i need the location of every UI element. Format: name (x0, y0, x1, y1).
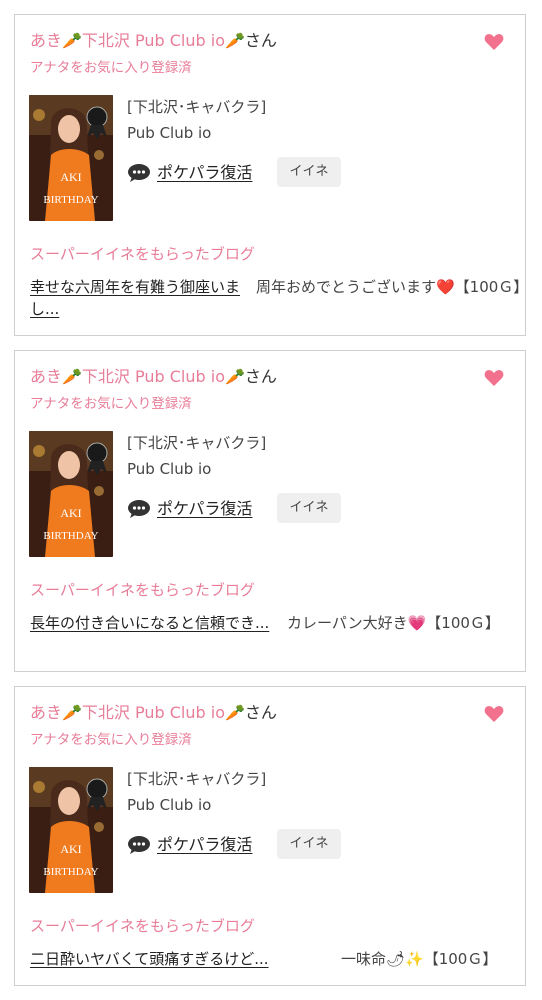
pokepara-revival-link[interactable]: ポケパラ復活 (127, 499, 252, 519)
iine-comment: 一味命🌶✨【100Ｇ】 (341, 950, 498, 968)
pokepara-label[interactable]: ポケパラ復活 (157, 163, 252, 183)
pokepara-revival-link[interactable]: ポケパラ復活 (127, 835, 252, 855)
shop-genre: [下北沢･キャバクラ] (127, 770, 267, 788)
iine-comment: カレーパン大好き💗【100Ｇ】 (287, 614, 500, 632)
favorite-status: アナタをお気に入り登録済 (30, 60, 192, 76)
iine-button[interactable]: イイネ (277, 829, 341, 859)
photo-text-line: BIRTHDAY (43, 866, 98, 878)
heart-icon[interactable] (484, 369, 504, 387)
pokepara-label[interactable]: ポケパラ復活 (157, 835, 252, 855)
timeline-card: あき🥕下北沢 Pub Club io🥕さん アナタをお気に入り登録済 AKI B… (14, 14, 529, 336)
pokepara-label[interactable]: ポケパラ復活 (157, 499, 252, 519)
super-iine-section-title: スーパーイイネをもらったブログ (30, 245, 255, 263)
user-name[interactable]: あき🥕下北沢 Pub Club io🥕 (30, 367, 245, 386)
blog-title-link[interactable]: 長年の付き合いになると信頼でき... (30, 612, 270, 634)
photo-text-line: AKI (60, 842, 81, 856)
user-name[interactable]: あき🥕下北沢 Pub Club io🥕 (30, 703, 245, 722)
timeline-card: あき🥕下北沢 Pub Club io🥕さん アナタをお気に入り登録済 AKI B… (14, 350, 526, 672)
shop-name: Pub Club io (127, 124, 212, 142)
chat-bubble-icon (128, 500, 150, 518)
super-iine-section-title: スーパーイイネをもらったブログ (30, 581, 255, 599)
super-iine-section-title: スーパーイイネをもらったブログ (30, 917, 255, 935)
photo-text-line: AKI (60, 170, 81, 184)
pokepara-revival-link[interactable]: ポケパラ復活 (127, 163, 252, 183)
iine-button[interactable]: イイネ (277, 157, 341, 187)
shop-genre: [下北沢･キャバクラ] (127, 98, 267, 116)
profile-photo[interactable]: AKI BIRTHDAY (29, 95, 113, 221)
chat-bubble-icon (128, 164, 150, 182)
shop-genre: [下北沢･キャバクラ] (127, 434, 267, 452)
favorite-status: アナタをお気に入り登録済 (30, 396, 192, 412)
honorific: さん (244, 31, 277, 50)
photo-text-line: AKI (60, 506, 81, 520)
chat-bubble-icon (128, 836, 150, 854)
iine-comment: 周年おめでとうございます❤️【100Ｇ】 (256, 278, 529, 296)
photo-text-line: BIRTHDAY (43, 194, 98, 206)
shop-name: Pub Club io (127, 460, 212, 478)
blog-title-link[interactable]: 二日酔いヤバくて頭痛すぎるけど... (30, 948, 320, 970)
honorific: さん (244, 367, 277, 386)
profile-photo[interactable]: AKI BIRTHDAY (29, 767, 113, 893)
shop-name: Pub Club io (127, 796, 212, 814)
user-name-line[interactable]: あき🥕下北沢 Pub Club io🥕さん (30, 31, 277, 51)
user-name-line[interactable]: あき🥕下北沢 Pub Club io🥕さん (30, 367, 277, 387)
user-name-line[interactable]: あき🥕下北沢 Pub Club io🥕さん (30, 703, 277, 723)
user-name[interactable]: あき🥕下北沢 Pub Club io🥕 (30, 31, 245, 50)
heart-icon[interactable] (484, 705, 504, 723)
heart-icon[interactable] (484, 33, 504, 51)
photo-text-line: BIRTHDAY (43, 530, 98, 542)
iine-button[interactable]: イイネ (277, 493, 341, 523)
timeline-card: あき🥕下北沢 Pub Club io🥕さん アナタをお気に入り登録済 AKI B… (14, 686, 526, 986)
favorite-status: アナタをお気に入り登録済 (30, 732, 192, 748)
honorific: さん (244, 703, 277, 722)
blog-title-link[interactable]: 幸せな六周年を有難う御座いまし... (30, 276, 250, 320)
profile-photo[interactable]: AKI BIRTHDAY (29, 431, 113, 557)
